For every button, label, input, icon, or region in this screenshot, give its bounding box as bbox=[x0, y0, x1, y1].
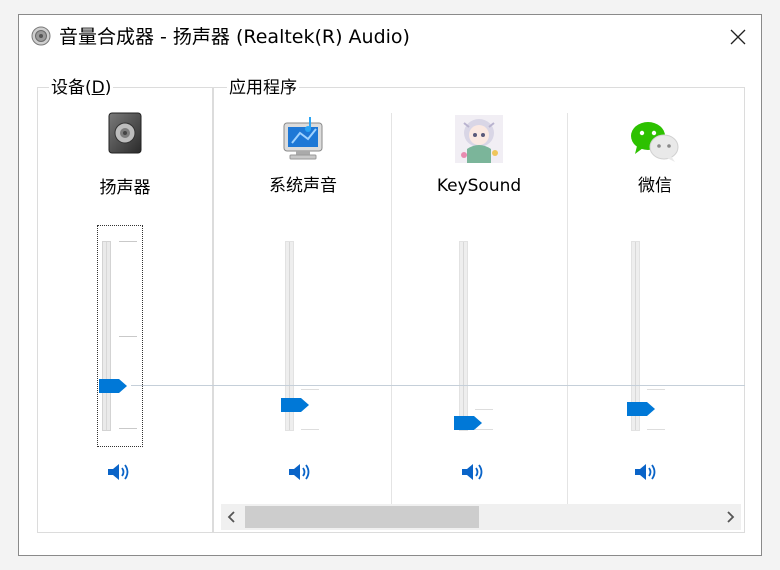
keysound-app-icon bbox=[455, 115, 503, 163]
applications-group-label: 应用程序 bbox=[227, 77, 299, 99]
slider-tick bbox=[119, 428, 137, 429]
volume-slider-thumb[interactable] bbox=[99, 379, 127, 393]
close-icon bbox=[730, 29, 746, 45]
window-title: 音量合成器 - 扬声器 (Realtek(R) Audio) bbox=[59, 26, 410, 48]
scroll-left-button[interactable] bbox=[221, 504, 243, 530]
device-channel-name: 扬声器 bbox=[99, 178, 151, 198]
slider-tick bbox=[301, 389, 319, 390]
scroll-right-button[interactable] bbox=[719, 504, 741, 530]
master-volume-line bbox=[131, 385, 745, 386]
speaker-volume-icon[interactable] bbox=[106, 460, 132, 484]
slider-tick bbox=[301, 429, 319, 430]
app-channel-keysound: KeySound bbox=[391, 113, 567, 505]
horizontal-scrollbar[interactable] bbox=[221, 504, 741, 530]
device-channel-speaker: 扬声器 bbox=[37, 87, 213, 533]
wechat-icon bbox=[631, 122, 679, 162]
volume-slider-track[interactable] bbox=[102, 241, 111, 431]
app-channel-name: 微信 bbox=[638, 176, 672, 196]
scrollbar-thumb[interactable] bbox=[245, 506, 479, 528]
volume-slider-thumb[interactable] bbox=[281, 398, 309, 412]
chevron-left-icon bbox=[227, 511, 235, 523]
chevron-right-icon bbox=[727, 511, 735, 523]
app-channel-name: 系统声音 bbox=[269, 176, 337, 196]
volume-slider-thumb[interactable] bbox=[454, 416, 482, 430]
speaker-volume-icon[interactable] bbox=[633, 460, 659, 484]
slider-tick bbox=[647, 389, 665, 390]
speaker-volume-icon[interactable] bbox=[460, 460, 486, 484]
volume-slider-track[interactable] bbox=[459, 241, 468, 431]
slider-tick bbox=[119, 241, 137, 242]
app-channel-system-sounds: 系统声音 bbox=[215, 113, 391, 505]
speaker-volume-icon[interactable] bbox=[287, 460, 313, 484]
app-channel-wechat: 微信 bbox=[567, 113, 743, 505]
speaker-device-icon bbox=[108, 112, 142, 154]
slider-tick bbox=[119, 336, 137, 337]
system-sounds-icon bbox=[283, 117, 323, 160]
slider-tick bbox=[647, 429, 665, 430]
app-channel-name: KeySound bbox=[436, 176, 522, 196]
volume-mixer-window: 音量合成器 - 扬声器 (Realtek(R) Audio) 设备(D) 扬声器 bbox=[18, 14, 762, 556]
volume-slider-thumb[interactable] bbox=[627, 402, 655, 416]
slider-tick bbox=[475, 409, 493, 410]
close-button[interactable] bbox=[715, 15, 761, 59]
title-bar: 音量合成器 - 扬声器 (Realtek(R) Audio) bbox=[19, 15, 761, 59]
speaker-dial-icon bbox=[31, 26, 51, 46]
